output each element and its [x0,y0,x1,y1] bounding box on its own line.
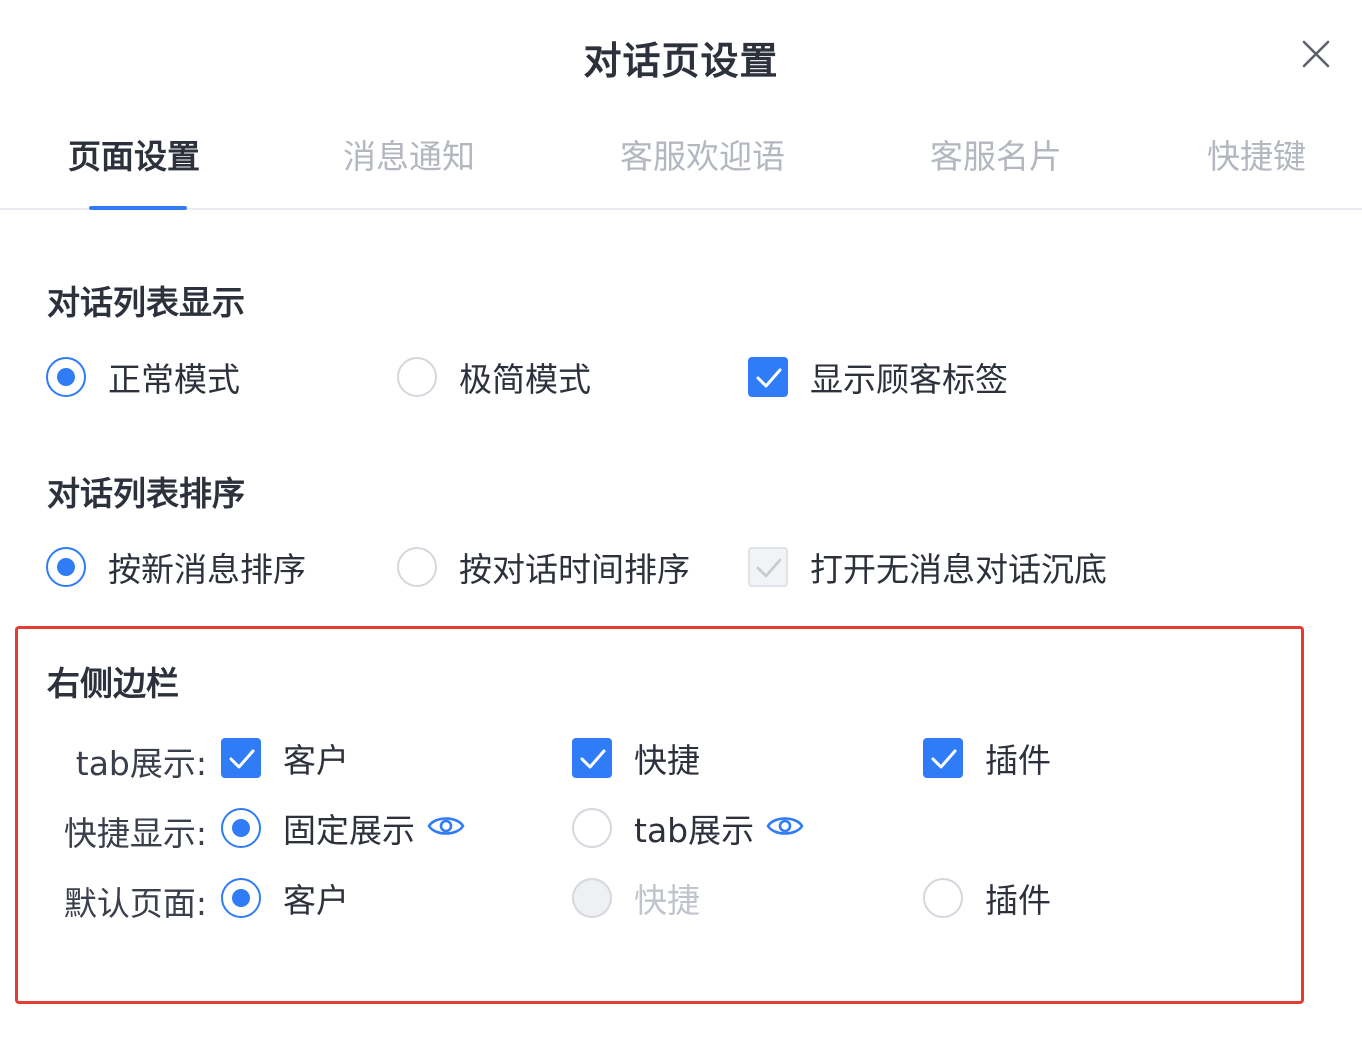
radio-indicator [923,878,963,918]
radio-indicator [221,808,261,848]
radio-default-customer[interactable]: 客户 [221,876,349,920]
section-title-right-sidebar: 右侧边栏 [47,664,179,703]
checkbox-tab-plugin[interactable]: 插件 [923,736,1051,780]
checkbox-indicator [748,547,788,587]
eye-icon[interactable] [427,813,465,843]
check-icon [756,368,782,388]
radio-indicator [221,878,261,918]
radio-indicator [572,808,612,848]
active-tab-indicator [89,206,187,210]
tab-shortcuts[interactable]: 快捷键 [1207,130,1306,178]
radio-default-shortcut: 快捷 [572,876,700,920]
checkbox-tab-customer[interactable]: 客户 [221,736,349,780]
check-icon [229,749,255,769]
radio-indicator [572,878,612,918]
tab-message-notification[interactable]: 消息通知 [343,130,475,178]
section-title-list-display: 对话列表显示 [47,283,245,322]
radio-normal-mode[interactable]: 正常模式 [46,355,240,399]
check-icon [756,558,782,578]
tab-display-label: tab展示: [75,744,207,783]
tab-page-settings[interactable]: 页面设置 [68,130,200,178]
option-label: 固定展示 [283,811,415,850]
option-label: 插件 [985,881,1051,920]
checkbox-sink-empty-conversations: 打开无消息对话沉底 [748,545,1107,589]
checkbox-indicator [572,738,612,778]
option-label: 按新消息排序 [108,550,306,589]
settings-tabs: 页面设置 消息通知 客服欢迎语 客服名片 快捷键 [0,110,1362,210]
option-label: 快捷 [634,881,700,920]
tab-welcome-message[interactable]: 客服欢迎语 [620,130,785,178]
radio-quick-fixed[interactable]: 固定展示 [221,806,465,850]
radio-indicator [46,547,86,587]
checkbox-indicator [748,357,788,397]
option-label: 正常模式 [108,360,240,399]
radio-minimal-mode[interactable]: 极简模式 [397,355,591,399]
option-label: 按对话时间排序 [459,550,690,589]
section-title-list-sort: 对话列表排序 [47,474,245,513]
checkbox-tab-shortcut[interactable]: 快捷 [572,736,700,780]
option-label: 极简模式 [459,360,591,399]
option-label: 打开无消息对话沉底 [810,550,1107,589]
close-icon [1302,40,1330,68]
radio-default-plugin[interactable]: 插件 [923,876,1051,920]
option-label: tab展示 [634,811,755,850]
checkbox-indicator [221,738,261,778]
tab-business-card[interactable]: 客服名片 [930,130,1062,178]
option-label: 客户 [283,881,349,920]
option-label: 插件 [985,741,1051,780]
option-label: 快捷 [634,741,700,780]
checkbox-show-customer-tags[interactable]: 显示顾客标签 [748,355,1008,399]
check-icon [931,749,957,769]
default-page-label: 默认页面: [63,884,207,923]
radio-sort-by-conversation-time[interactable]: 按对话时间排序 [397,545,690,589]
option-label: 显示顾客标签 [810,360,1008,399]
radio-quick-tab[interactable]: tab展示 [572,806,804,850]
radio-indicator [397,357,437,397]
option-label: 客户 [283,741,349,780]
radio-sort-by-new-message[interactable]: 按新消息排序 [46,545,306,589]
checkbox-indicator [923,738,963,778]
dialog-title: 对话页设置 [583,39,779,83]
close-button[interactable] [1298,36,1334,72]
quick-display-label: 快捷显示: [63,814,207,853]
eye-icon[interactable] [766,813,804,843]
check-icon [580,749,606,769]
radio-indicator [46,357,86,397]
radio-indicator [397,547,437,587]
